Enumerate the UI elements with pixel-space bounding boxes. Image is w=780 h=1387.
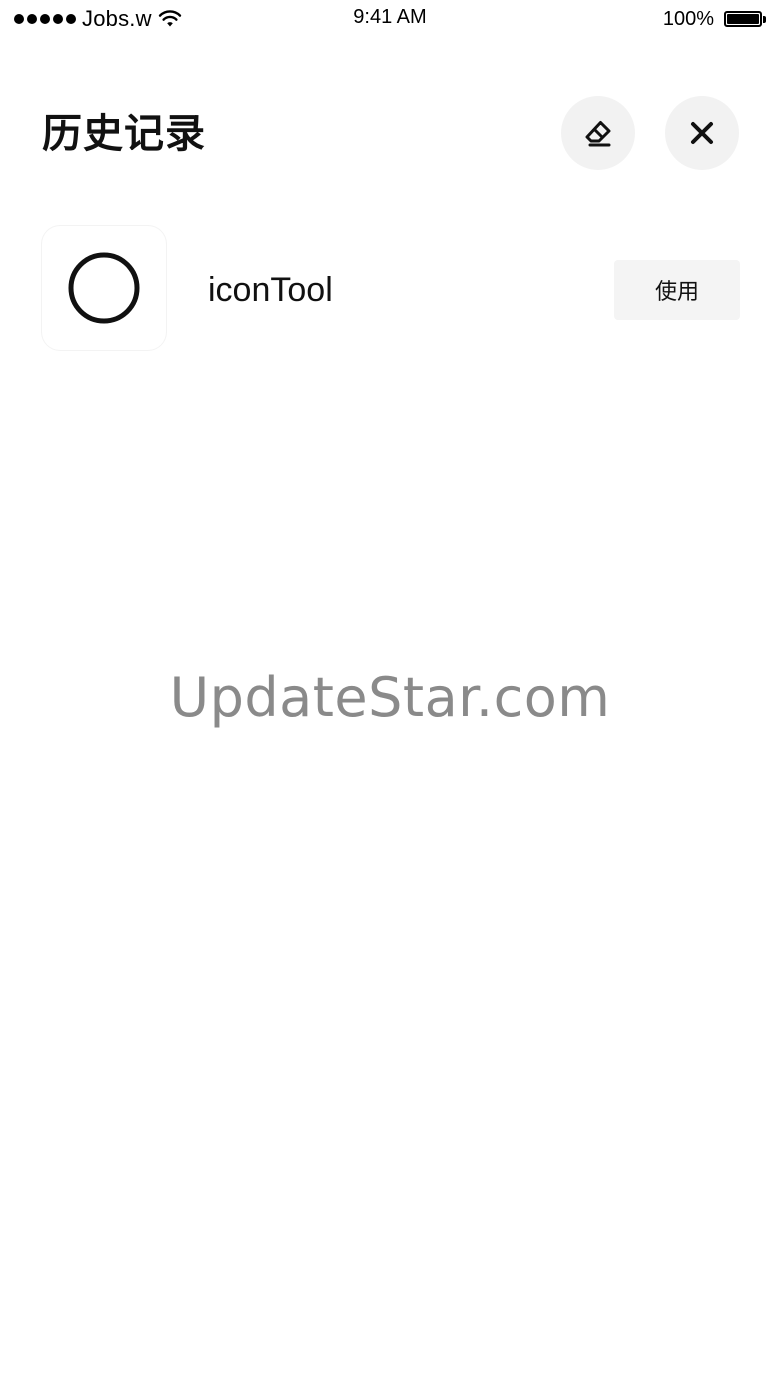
status-bar-right: 100% — [663, 6, 766, 32]
battery-percent: 100% — [662, 7, 714, 30]
close-button[interactable] — [665, 96, 739, 170]
eraser-icon — [585, 121, 611, 147]
item-name: iconTool — [208, 271, 333, 309]
clear-history-button[interactable] — [561, 96, 635, 170]
battery-icon — [724, 11, 766, 27]
close-icon — [691, 122, 713, 144]
status-bar: Jobs.w 9:41 AM 100% — [0, 0, 780, 40]
watermark: UpdateStar.com — [169, 666, 611, 729]
use-button[interactable]: 使用 — [614, 260, 740, 320]
page-title: 历史记录 — [42, 112, 206, 156]
history-list-item[interactable]: iconTool 使用 — [42, 226, 740, 350]
item-icon-container — [42, 226, 166, 350]
circle-outline-icon — [68, 252, 140, 324]
